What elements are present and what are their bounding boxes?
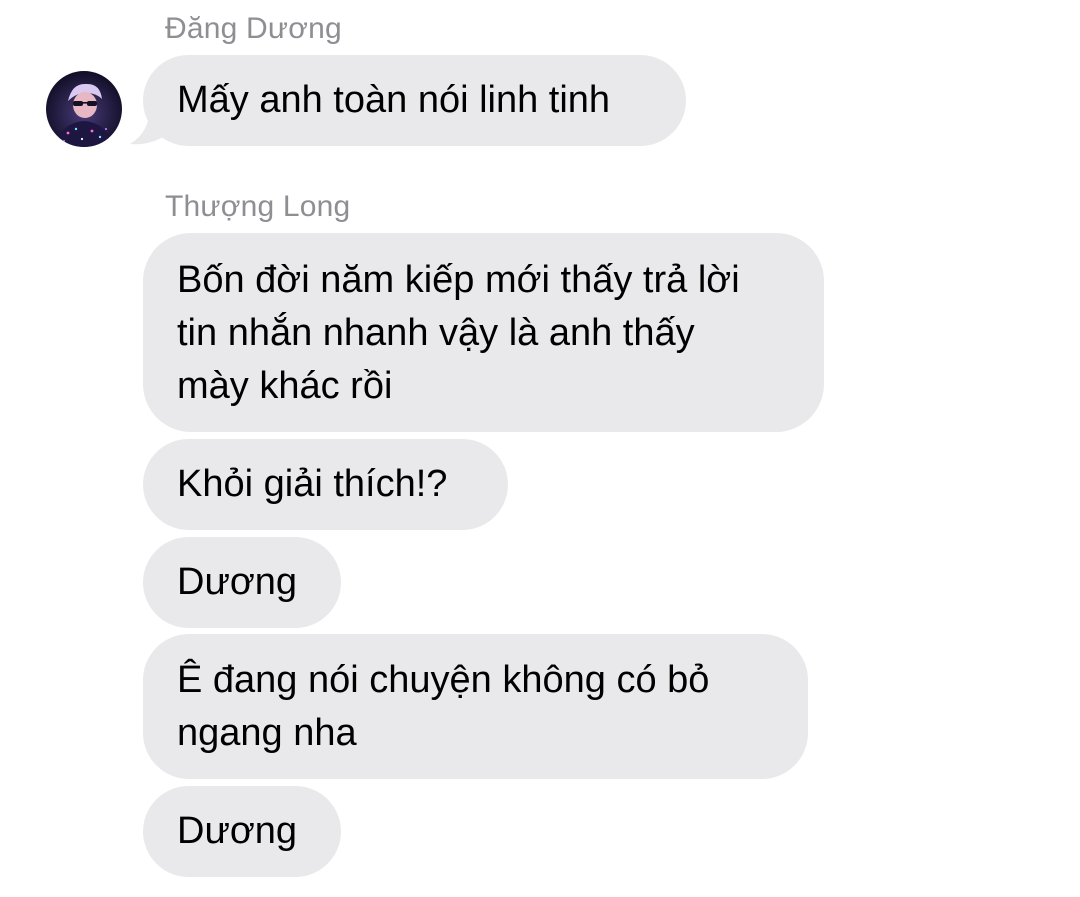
message-bubble[interactable]: Bốn đời năm kiếp mới thấy trả lời tin nh… [143,233,824,432]
message-text: ngang nha [177,712,357,754]
message-text: mày khác rồi [177,365,393,407]
message-bubble[interactable]: Dương [143,786,341,877]
message-text: Ê đang nói chuyện không có bỏ [177,659,710,701]
message-bubble[interactable]: Mấy anh toàn nói linh tinh [143,55,686,146]
message-text: Dương [177,561,298,603]
message-bubble[interactable]: Dương [143,537,341,628]
message-text: Khỏi giải thích!? [177,463,448,505]
message-bubble[interactable]: Ê đang nói chuyện không có bỏ ngang nha [143,634,808,779]
message-text: Bốn đời năm kiếp mới thấy trả lời [177,259,740,301]
message-text: tin nhắn nhanh vậy là anh thấy [177,312,695,354]
message-bubble[interactable]: Khỏi giải thích!? [143,439,508,530]
user-avatar-icon[interactable] [46,71,122,147]
sender-name-thuong-long: Thượng Long [165,190,351,223]
message-text: Mấy anh toàn nói linh tinh [177,79,611,121]
avatar-image [46,71,122,147]
message-text: Dương [177,810,298,852]
sender-name-dang-duong: Đăng Dương [165,12,342,45]
